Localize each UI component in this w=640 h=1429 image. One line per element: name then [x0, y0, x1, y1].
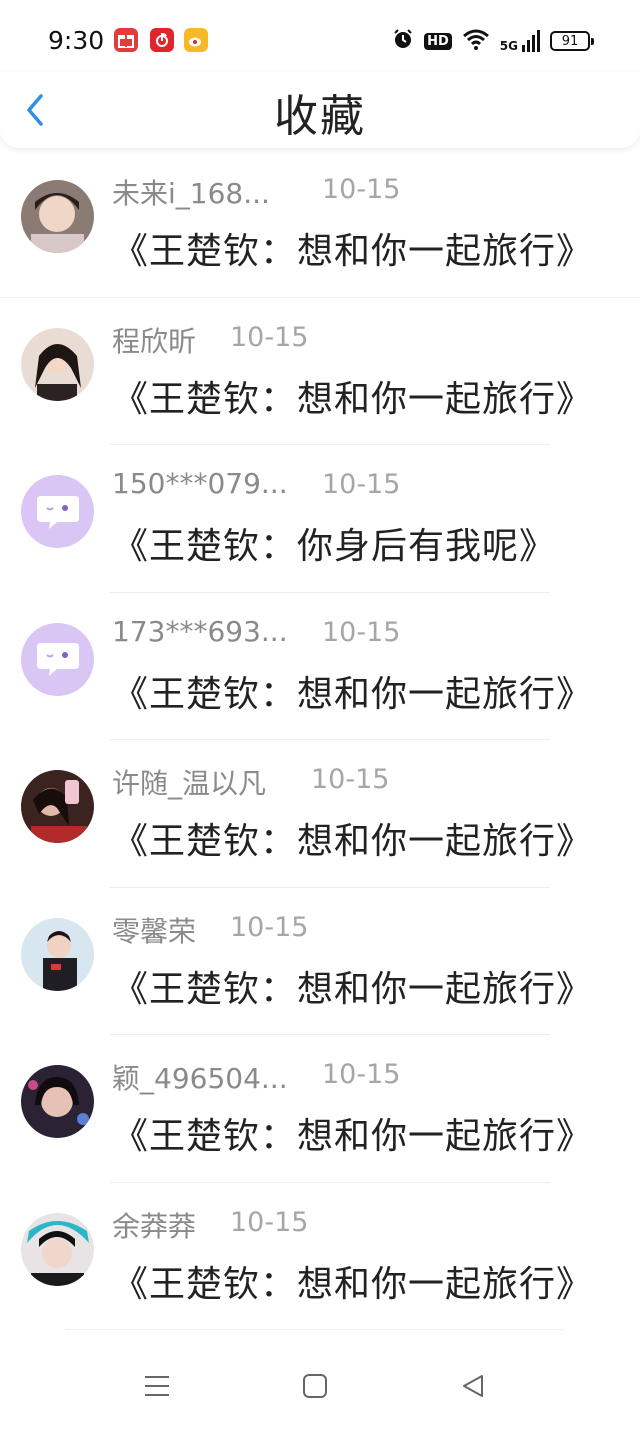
wifi-icon: [462, 28, 490, 55]
list-item[interactable]: 173***693... 10-15 《王楚钦：想和你一起旅行》: [0, 593, 640, 740]
username[interactable]: 颖_496504...: [112, 1057, 288, 1097]
header: 收藏: [0, 72, 640, 148]
username[interactable]: 余莽莽: [112, 1205, 196, 1245]
avatar[interactable]: [21, 1065, 94, 1138]
username[interactable]: 173***693...: [112, 615, 288, 648]
favorite-title[interactable]: 《王楚钦：想和你一起旅行》: [112, 665, 593, 717]
list-item[interactable]: 未来i_168... 10-15 《王楚钦：想和你一起旅行》: [0, 150, 640, 298]
date: 10-15: [322, 1059, 401, 1090]
back-nav-button[interactable]: [455, 1368, 491, 1404]
favorite-title[interactable]: 《王楚钦：你身后有我呢》: [112, 517, 556, 569]
date: 10-15: [322, 174, 401, 205]
date: 10-15: [230, 911, 309, 943]
favorite-title[interactable]: 《王楚钦：想和你一起旅行》: [112, 1107, 593, 1159]
avatar[interactable]: [21, 770, 94, 843]
system-icons: HD 5G 91: [392, 26, 594, 56]
signal-5g-icon: 5G: [500, 30, 540, 52]
home-button[interactable]: [297, 1368, 333, 1404]
menu-button[interactable]: [139, 1368, 175, 1404]
date: 10-15: [322, 469, 401, 500]
battery-level: 91: [561, 33, 579, 49]
date: 10-15: [322, 616, 401, 648]
date: 10-15: [230, 321, 309, 353]
favorite-title[interactable]: 《王楚钦：想和你一起旅行》: [112, 222, 593, 274]
username[interactable]: 程欣昕: [112, 320, 196, 360]
weibo-icon: [184, 28, 208, 52]
netease-music-icon: [150, 28, 174, 52]
chat-bubble-icon: [36, 643, 79, 676]
page-title: 收藏: [274, 91, 366, 142]
network-label: 5G: [499, 39, 518, 53]
avatar[interactable]: [21, 622, 94, 696]
hd-badge: HD: [424, 32, 452, 50]
menu-icon: [145, 1376, 169, 1396]
username[interactable]: 许随_温以凡: [112, 762, 266, 802]
avatar[interactable]: [21, 475, 94, 548]
date: 10-15: [230, 1206, 309, 1238]
favorite-title[interactable]: 《王楚钦：想和你一起旅行》: [112, 812, 593, 864]
avatar[interactable]: [21, 917, 94, 991]
battery-indicator: 91: [550, 31, 594, 51]
favorite-title[interactable]: 《王楚钦：想和你一起旅行》: [112, 370, 593, 422]
username[interactable]: 零馨荣: [112, 910, 196, 950]
status-time: 9:30: [48, 26, 105, 55]
list-item[interactable]: 颖_496504... 10-15 《王楚钦：想和你一起旅行》: [0, 1035, 640, 1183]
favorites-list: 未来i_168... 10-15 《王楚钦：想和你一起旅行》 程欣昕 10-15…: [0, 150, 640, 1330]
avatar[interactable]: [21, 180, 94, 253]
chat-bubble-icon: [36, 495, 79, 529]
favorite-title[interactable]: 《王楚钦：想和你一起旅行》: [112, 1255, 593, 1307]
home-square-icon: [303, 1374, 327, 1398]
alarm-clock-icon: [392, 28, 414, 55]
avatar[interactable]: [21, 327, 94, 401]
list-item[interactable]: 余莽莽 10-15 《王楚钦：想和你一起旅行》: [0, 1183, 640, 1330]
username[interactable]: 未来i_168...: [112, 172, 270, 212]
list-item[interactable]: 零馨荣 10-15 《王楚钦：想和你一起旅行》: [0, 888, 640, 1035]
divider: [66, 1329, 564, 1330]
favorite-title[interactable]: 《王楚钦：想和你一起旅行》: [112, 960, 593, 1012]
gift-icon: [114, 28, 138, 52]
list-item[interactable]: 程欣昕 10-15 《王楚钦：想和你一起旅行》: [0, 298, 640, 445]
list-item[interactable]: 150***079... 10-15 《王楚钦：你身后有我呢》: [0, 445, 640, 593]
date: 10-15: [311, 764, 390, 795]
back-triangle-icon: [463, 1375, 483, 1397]
system-navigation-bar: [0, 1350, 640, 1420]
avatar[interactable]: [21, 1212, 94, 1286]
status-bar: 9:30 HD 5G 91: [0, 0, 640, 80]
list-item[interactable]: 许随_温以凡 10-15 《王楚钦：想和你一起旅行》: [0, 740, 640, 888]
username[interactable]: 150***079...: [112, 467, 288, 500]
